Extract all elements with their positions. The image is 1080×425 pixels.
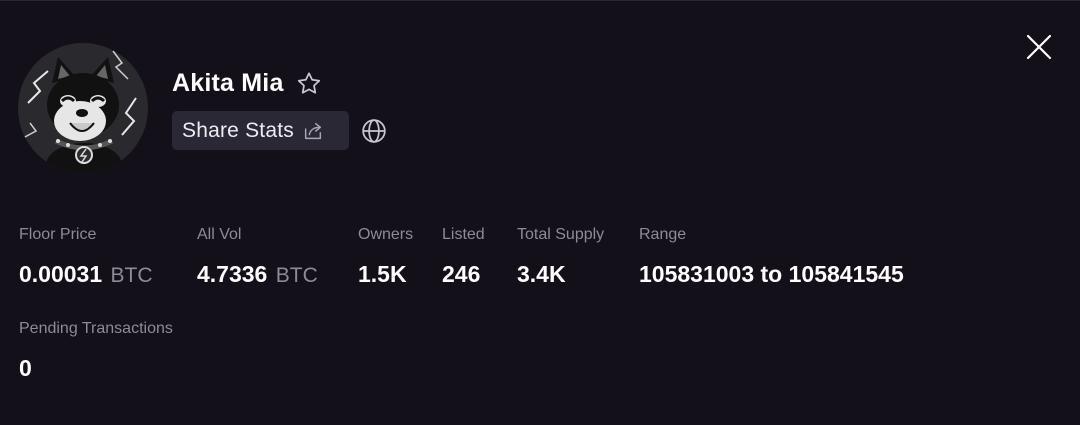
stat-value: 0 <box>19 355 32 381</box>
floor-price-unit: BTC <box>110 264 153 287</box>
floor-price-amount: 0.00031 <box>19 261 103 287</box>
stat-label: Range <box>639 226 687 243</box>
stat-value: 3.4K <box>517 261 566 287</box>
stat-label: Owners <box>358 226 414 243</box>
stat-floor-price: Floor Price 0.00031 BTC <box>19 225 153 290</box>
collection-stats-panel: Akita Mia Share Stats Floor Price 0.0003… <box>0 0 1080 425</box>
stat-owners: Owners 1.5K <box>358 225 413 288</box>
stat-range: Range 105831003 to 105841545 <box>639 225 904 288</box>
star-outline-icon[interactable] <box>295 70 323 98</box>
all-vol-amount: 4.7336 <box>197 261 268 287</box>
globe-icon[interactable] <box>361 118 387 144</box>
stat-value: 4.7336 BTC <box>197 260 318 290</box>
stat-label: Floor Price <box>19 226 97 243</box>
stat-value: 0.00031 BTC <box>19 260 153 290</box>
close-icon[interactable] <box>1024 32 1054 62</box>
collection-title: Akita Mia <box>172 69 284 97</box>
share-stats-label: Share Stats <box>182 118 294 142</box>
stat-total-supply: Total Supply 3.4K <box>517 225 604 288</box>
akita-avatar-image <box>18 43 148 173</box>
stat-value: 105831003 to 105841545 <box>639 261 904 287</box>
stat-value: 1.5K <box>358 261 407 287</box>
collection-avatar <box>18 43 148 173</box>
share-icon <box>304 122 322 139</box>
all-vol-unit: BTC <box>275 264 318 287</box>
stat-label: Total Supply <box>517 226 605 243</box>
stat-value: 246 <box>442 261 481 287</box>
stat-label: Pending Transactions <box>19 320 173 337</box>
stat-all-vol: All Vol 4.7336 BTC <box>197 225 318 290</box>
stat-pending-transactions: Pending Transactions 0 <box>19 319 173 382</box>
stat-label: All Vol <box>197 226 242 243</box>
stat-label: Listed <box>442 226 485 243</box>
share-stats-button[interactable]: Share Stats <box>172 111 349 150</box>
stat-listed: Listed 246 <box>442 225 485 288</box>
